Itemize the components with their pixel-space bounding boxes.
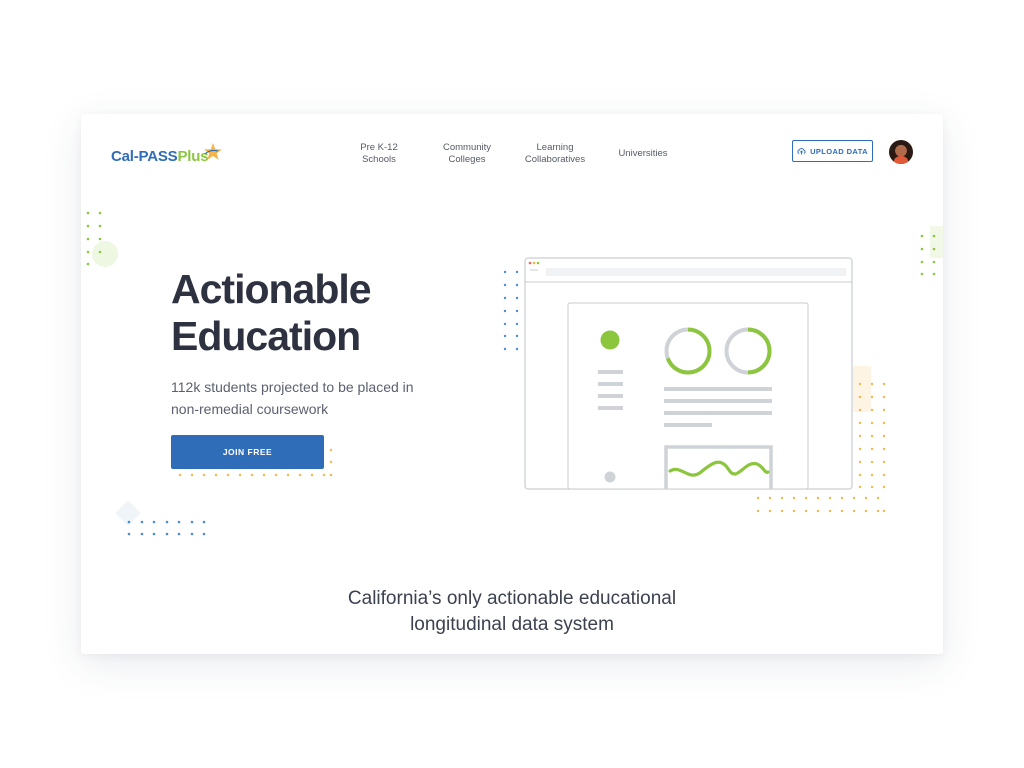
logo-text-primary: Cal-PASS <box>111 148 178 165</box>
hero-subtitle-line: 112k students projected to be placed in <box>171 379 414 395</box>
nav-item-label: Collaboratives <box>524 154 586 165</box>
upload-data-button[interactable]: UPLOAD DATA <box>792 140 873 162</box>
blue-dot-pattern-mockup <box>503 270 519 351</box>
nav-item-learning-collaboratives[interactable]: Learning Collaboratives <box>519 142 591 166</box>
blue-dot-pattern-bottom-left <box>127 520 206 536</box>
nav-item-pre-k-12[interactable]: Pre K-12 Schools <box>351 142 407 166</box>
upload-data-label: UPLOAD DATA <box>810 146 868 156</box>
nav-item-label: Schools <box>362 154 396 165</box>
join-free-button[interactable]: JOIN FREE <box>171 435 324 469</box>
landing-card: Cal-PASSPlus Pre K-12 Schools Community … <box>81 114 943 654</box>
tagline-line: California’s only actionable educational <box>347 588 677 609</box>
tagline-line: longitudinal data system <box>410 614 614 635</box>
user-avatar[interactable] <box>889 140 913 164</box>
tagline: California’s only actionable educational… <box>81 586 943 638</box>
cloud-upload-icon <box>797 148 806 155</box>
nav-item-label: Learning <box>536 142 574 153</box>
hero-subtitle: 112k students projected to be placed in … <box>171 376 441 420</box>
dashboard-illustration <box>524 257 853 490</box>
nav-item-label: Pre K-12 <box>360 142 398 153</box>
star-icon <box>204 143 222 160</box>
hero-title: Actionable Education <box>171 266 431 360</box>
hero-title-line: Actionable <box>171 266 372 312</box>
hero-subtitle-line: non-remedial coursework <box>171 401 329 417</box>
nav-item-community-colleges[interactable]: Community Colleges <box>437 142 497 166</box>
nav-item-label: Colleges <box>448 154 486 165</box>
nav-item-label: Universities <box>618 148 668 159</box>
hero-title-line: Education <box>171 313 361 359</box>
nav-item-universities[interactable]: Universities <box>611 148 675 160</box>
cal-pass-plus-logo[interactable]: Cal-PASSPlus <box>111 142 231 172</box>
nav-item-label: Community <box>442 142 492 153</box>
